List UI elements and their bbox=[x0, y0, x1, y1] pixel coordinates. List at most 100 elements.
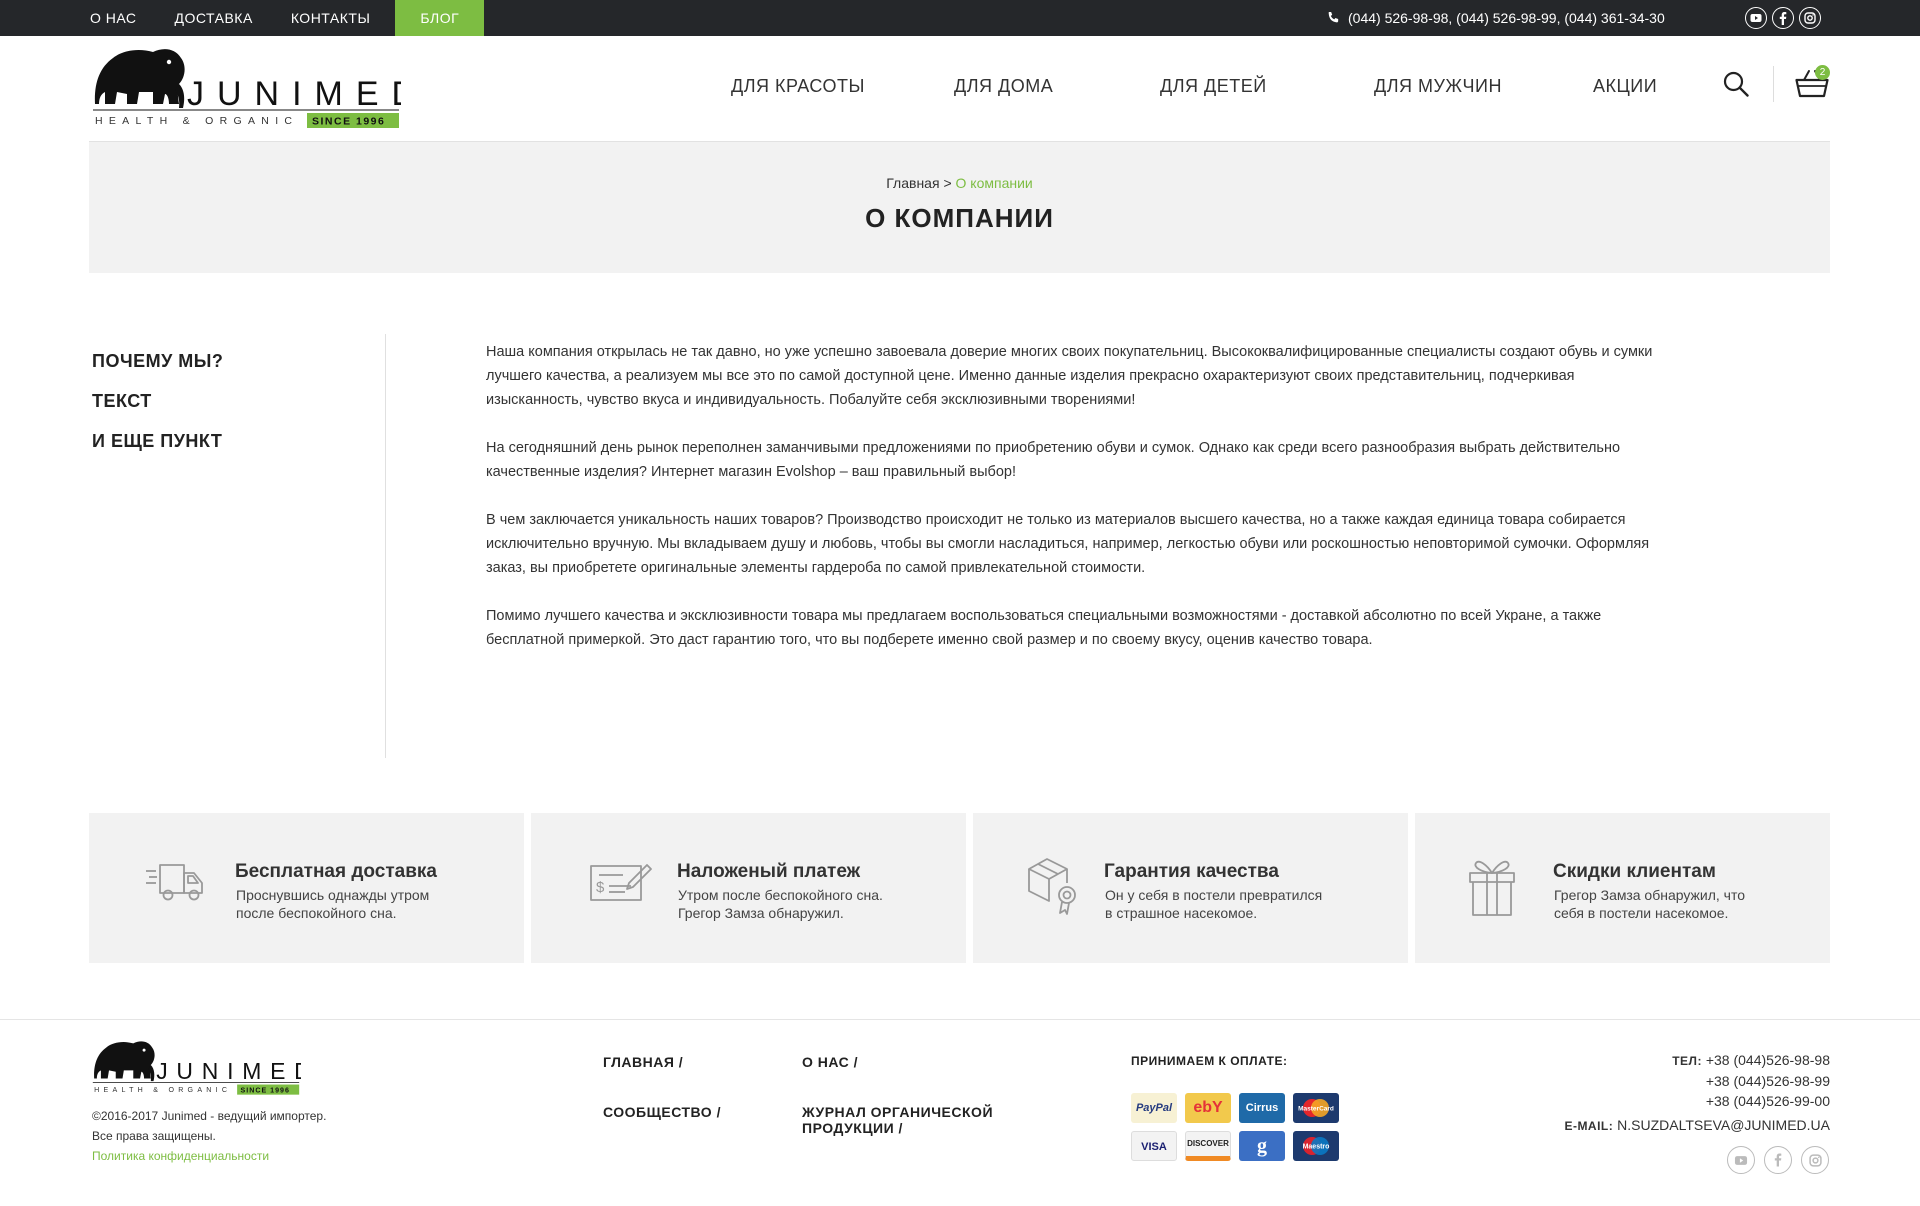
privacy-policy-link[interactable]: Политика конфиденциальности bbox=[92, 1149, 269, 1163]
top-bar: О НАС ДОСТАВКА КОНТАКТЫ БЛОГ (044) 526-9… bbox=[0, 0, 1920, 36]
google-wallet-icon: g bbox=[1239, 1131, 1285, 1161]
footer-contacts: ТЕЛ: +38 (044)526-98-98 +38 (044)526-98-… bbox=[1564, 1050, 1830, 1136]
footer-phone[interactable]: +38 (044)526-98-99 bbox=[1564, 1071, 1830, 1091]
tel-label: ТЕЛ: bbox=[1672, 1054, 1702, 1068]
svg-text:SINCE 1996: SINCE 1996 bbox=[312, 116, 385, 128]
footer-phone[interactable]: ТЕЛ: +38 (044)526-98-98 bbox=[1564, 1050, 1830, 1071]
youtube-icon[interactable] bbox=[1745, 7, 1767, 29]
phone-number: +38 (044)526-98-98 bbox=[1705, 1052, 1830, 1068]
cirrus-icon: Cirrus bbox=[1239, 1093, 1285, 1123]
top-nav: О НАС ДОСТАВКА КОНТАКТЫ БЛОГ bbox=[90, 0, 522, 36]
feature-desc-line: после беспокойного сна. bbox=[236, 905, 397, 921]
feature-cash-on-delivery: $ Наложеный платеж Утром после беспокойн… bbox=[531, 813, 966, 963]
top-phones-text[interactable]: (044) 526-98-98, (044) 526-98-99, (044) … bbox=[1348, 10, 1665, 26]
email-address: N.SUZDALTSEVA@JUNIMED.UA bbox=[1617, 1117, 1830, 1133]
main-nav-kids[interactable]: ДЛЯ ДЕТЕЙ bbox=[1160, 76, 1267, 97]
top-nav-contacts[interactable]: КОНТАКТЫ bbox=[291, 0, 371, 36]
feature-description: Утром после беспокойного сна. Грегор Зам… bbox=[678, 886, 883, 922]
side-menu-item-why-us[interactable]: ПОЧЕМУ МЫ? bbox=[92, 350, 223, 372]
sidebar-divider bbox=[385, 334, 386, 758]
breadcrumb-separator: > bbox=[943, 175, 952, 191]
top-phones: (044) 526-98-98, (044) 526-98-99, (044) … bbox=[1326, 0, 1665, 36]
side-menu-item-text[interactable]: ТЕКСТ bbox=[92, 390, 223, 412]
svg-text:MasterCard: MasterCard bbox=[1298, 1106, 1334, 1113]
article-paragraph: В чем заключается уникальность наших тов… bbox=[486, 512, 1650, 576]
side-menu: ПОЧЕМУ МЫ? ТЕКСТ И ЕЩЕ ПУНКТ bbox=[92, 350, 223, 470]
svg-text:JUNIMED: JUNIMED bbox=[187, 75, 401, 113]
copyright-line: Все права защищены. bbox=[92, 1129, 216, 1143]
youtube-icon[interactable] bbox=[1727, 1146, 1755, 1174]
svg-text:HEALTH & ORGANIC: HEALTH & ORGANIC bbox=[94, 1086, 231, 1094]
search-icon[interactable] bbox=[1723, 71, 1749, 97]
main-nav-men[interactable]: ДЛЯ МУЖЧИН bbox=[1374, 76, 1502, 97]
footer-link-organic-journal[interactable]: ЖУРНАЛ ОРГАНИЧЕСКОЙ ПРОДУКЦИИ / bbox=[802, 1104, 993, 1136]
copyright-line: ©2016-2017 Junimed - ведущий импортер. bbox=[92, 1109, 327, 1123]
feature-desc-line: в страшное насекомое. bbox=[1105, 905, 1258, 921]
footer-copyright: ©2016-2017 Junimed - ведущий импортер. В… bbox=[92, 1106, 326, 1166]
main-nav-beauty[interactable]: ДЛЯ КРАСОТЫ bbox=[731, 76, 865, 97]
feature-quality-guarantee: Гарантия качества Он у себя в постели пр… bbox=[973, 813, 1408, 963]
article-paragraph: Наша компания открылась не так давно, но… bbox=[486, 344, 1653, 408]
quality-box-icon bbox=[1028, 858, 1076, 915]
feature-desc-line: Проснувшись однажды утром bbox=[236, 887, 430, 903]
feature-title: Наложеный платеж bbox=[677, 861, 861, 882]
feature-free-delivery: Бесплатная доставка Проснувшись однажды … bbox=[89, 813, 524, 963]
feature-desc-line: себя в постели насекомое. bbox=[1554, 905, 1729, 921]
breadcrumb-home[interactable]: Главная bbox=[886, 175, 939, 191]
footer-link-about[interactable]: О НАС / bbox=[802, 1054, 858, 1070]
discover-icon: DISCOVER bbox=[1185, 1131, 1231, 1161]
about-article: Наша компания открылась не так давно, но… bbox=[486, 340, 1666, 676]
footer-link-line: ЖУРНАЛ ОРГАНИЧЕСКОЙ bbox=[802, 1104, 994, 1120]
article-paragraph: На сегодняшний день рынок переполнен зам… bbox=[486, 440, 1621, 480]
instagram-icon[interactable] bbox=[1799, 7, 1821, 29]
footer-link-home[interactable]: ГЛАВНАЯ / bbox=[603, 1054, 683, 1070]
visa-icon: VISA bbox=[1131, 1131, 1177, 1161]
facebook-icon[interactable] bbox=[1772, 7, 1794, 29]
phone-icon bbox=[1328, 12, 1339, 23]
feature-client-discounts: Скидки клиентам Грегор Замза обнаружил, … bbox=[1415, 813, 1830, 963]
feature-desc-line: Утром после беспокойного сна. bbox=[678, 887, 883, 903]
main-nav-home[interactable]: ДЛЯ ДОМА bbox=[954, 76, 1053, 97]
ebay-icon: ebY bbox=[1185, 1093, 1231, 1123]
feature-desc-line: Он у себя в постели превратился bbox=[1105, 887, 1323, 903]
mastercard-icon: MasterCard bbox=[1293, 1093, 1339, 1123]
payments-title: ПРИНИМАЕМ К ОПЛАТЕ: bbox=[1131, 1054, 1288, 1068]
footer-email[interactable]: E-MAIL: N.SUZDALTSEVA@JUNIMED.UA bbox=[1564, 1115, 1830, 1136]
feature-title: Скидки клиентам bbox=[1553, 861, 1716, 882]
feature-title: Гарантия качества bbox=[1104, 861, 1279, 882]
feature-desc-line: Грегор Замза обнаружил, что bbox=[1554, 887, 1746, 903]
paypal-icon: PayPal bbox=[1131, 1093, 1177, 1123]
cart-count-badge: 2 bbox=[1815, 65, 1830, 80]
breadcrumb: Главная > О компании bbox=[89, 175, 1830, 191]
svg-text:Maestro: Maestro bbox=[1303, 1144, 1330, 1151]
feature-title: Бесплатная доставка bbox=[235, 861, 437, 882]
footer-link-community[interactable]: СООБЩЕСТВО / bbox=[603, 1104, 721, 1120]
top-nav-delivery[interactable]: ДОСТАВКА bbox=[175, 0, 253, 36]
svg-text:JUNIMED: JUNIMED bbox=[156, 1058, 301, 1084]
footer-link-line: ПРОДУКЦИИ / bbox=[802, 1120, 903, 1136]
footer-junimed-logo[interactable]: JUNIMED HEALTH & ORGANIC SINCE 1996 bbox=[91, 1038, 301, 1096]
payment-check-icon: $ bbox=[590, 864, 652, 901]
footer-divider bbox=[0, 1019, 1920, 1020]
junimed-logo[interactable]: JUNIMED HEALTH & ORGANIC SINCE 1996 bbox=[91, 44, 401, 130]
page-banner: Главная > О компании О КОМПАНИИ bbox=[89, 141, 1830, 273]
top-nav-blog[interactable]: БЛОГ bbox=[395, 0, 485, 36]
footer-phone[interactable]: +38 (044)526-99-00 bbox=[1564, 1091, 1830, 1111]
top-social bbox=[1745, 7, 1826, 29]
svg-text:HEALTH & ORGANIC: HEALTH & ORGANIC bbox=[95, 115, 298, 127]
instagram-icon[interactable] bbox=[1801, 1146, 1829, 1174]
feature-description: Проснувшись однажды утром после беспокой… bbox=[236, 886, 429, 922]
main-nav-sales[interactable]: АКЦИИ bbox=[1593, 76, 1657, 97]
article-paragraph: Помимо лучшего качества и эксклюзивности… bbox=[486, 608, 1602, 648]
facebook-icon[interactable] bbox=[1764, 1146, 1792, 1174]
side-menu-item-more[interactable]: И ЕЩЕ ПУНКТ bbox=[92, 430, 223, 452]
top-nav-about[interactable]: О НАС bbox=[90, 0, 137, 36]
feature-description: Грегор Замза обнаружил, что себя в посте… bbox=[1554, 886, 1745, 922]
email-label: E-MAIL: bbox=[1564, 1119, 1614, 1133]
maestro-icon: Maestro bbox=[1293, 1131, 1339, 1161]
feature-desc-line: Грегор Замза обнаружил. bbox=[678, 905, 844, 921]
feature-description: Он у себя в постели превратился в страшн… bbox=[1105, 886, 1322, 922]
page-title: О КОМПАНИИ bbox=[865, 203, 1054, 233]
svg-text:$: $ bbox=[596, 879, 605, 896]
header-divider bbox=[1773, 66, 1774, 102]
